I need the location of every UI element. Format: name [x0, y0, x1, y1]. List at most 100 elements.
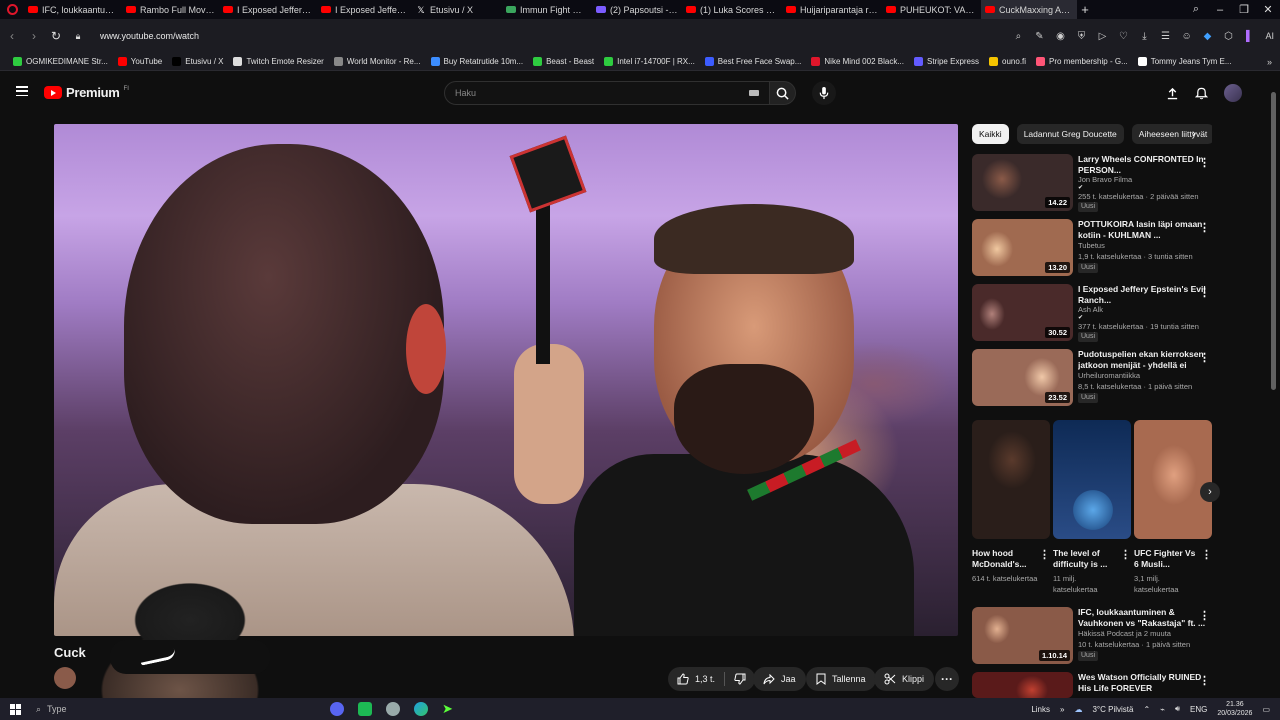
browser-tab[interactable]: PUHEUKOT: VARTTI IS [882, 0, 981, 19]
page-scrollbar[interactable] [1268, 72, 1280, 698]
video-menu-icon[interactable]: ⋮ [1199, 351, 1210, 364]
bookmark-item[interactable]: YouTube [113, 57, 167, 66]
recommended-video[interactable]: 30.52 I Exposed Jeffery Epstein's Evil Ra… [972, 284, 1218, 342]
bookmark-item[interactable]: Intel i7-14700F | RX... [599, 57, 700, 66]
video-thumbnail[interactable]: 23.52 [972, 349, 1073, 406]
bookmark-item[interactable]: Twitch Emote Resizer [228, 57, 328, 66]
short-item[interactable]: How hood McDonald's... 614 t. katseluker… [972, 420, 1050, 595]
app-shield-icon[interactable] [386, 702, 400, 716]
tab-search-icon[interactable]: ⌕ [1184, 3, 1208, 16]
dislike-button[interactable] [725, 667, 755, 691]
ai-button[interactable]: AI [1265, 31, 1274, 41]
app-arrow-icon[interactable]: ➤ [442, 702, 456, 716]
video-title[interactable]: Pudotuspelien ekan kierroksen jatkoon me… [1078, 349, 1206, 370]
volume-icon[interactable]: 🔊︎ [1175, 704, 1180, 714]
cube-icon[interactable]: ⬡ [1223, 31, 1233, 42]
chips-next-icon[interactable]: › [1192, 128, 1196, 140]
bookmark-item[interactable]: ouno.fi [984, 57, 1031, 66]
browser-tab[interactable]: I Exposed Jeffery Epst [219, 0, 317, 19]
voice-search-button[interactable] [812, 81, 836, 105]
like-button[interactable]: 1,3 t. [668, 667, 724, 691]
bookmark-item[interactable]: Beast - Beast [528, 57, 599, 66]
video-title[interactable]: Larry Wheels CONFRONTED In PERSON... [1078, 154, 1206, 174]
short-menu-icon[interactable]: ⋮ [1039, 548, 1050, 561]
back-icon[interactable]: ‹ [6, 29, 18, 43]
search-button[interactable] [770, 81, 796, 105]
new-tab-icon[interactable]: + [1077, 0, 1093, 19]
browser-tab[interactable]: I Exposed Jeffery Epst [317, 0, 412, 19]
browser-tab[interactable]: IFC, loukkaantuminen [24, 0, 122, 19]
channel-name[interactable]: Ash Alk [1078, 304, 1206, 314]
notifications-bell-icon[interactable] [1195, 86, 1208, 100]
browser-tab[interactable]: Rambo Full Movie Eng [122, 0, 219, 19]
opera-menu-icon[interactable] [0, 0, 24, 19]
bookmark-item[interactable]: Stripe Express [909, 57, 984, 66]
chip-channel[interactable]: Ladannut Greg Doucette [1016, 124, 1124, 144]
video-thumbnail[interactable] [972, 672, 1073, 698]
profile-icon[interactable]: ☺ [1181, 31, 1191, 42]
channel-name[interactable]: Häkissä Podcast ja 2 muuta [1078, 628, 1206, 639]
short-menu-icon[interactable]: ⋮ [1201, 548, 1212, 561]
browser-tab[interactable]: (2) Papsoutsi - Afro S [592, 0, 682, 19]
recommended-video[interactable]: 23.52 Pudotuspelien ekan kierroksen jatko… [972, 349, 1218, 407]
bookmark-item[interactable]: OGMIKEDIMANE Str... [8, 57, 113, 66]
video-menu-icon[interactable]: ⋮ [1199, 221, 1210, 234]
play-icon[interactable]: ▷ [1097, 31, 1107, 42]
browser-tab[interactable]: 𝕏 Etusivu / X [412, 0, 502, 19]
guide-menu-icon[interactable] [16, 86, 28, 96]
taskbar-search[interactable]: ⌕ Type [30, 698, 90, 720]
download-icon[interactable]: ⤓ [1139, 31, 1149, 42]
bookmark-item[interactable]: Tommy Jeans Tym E... [1133, 57, 1237, 66]
short-menu-icon[interactable]: ⋮ [1120, 548, 1131, 561]
bookmark-item[interactable]: Nike Mind 002 Black... [806, 57, 909, 66]
forward-icon[interactable]: › [28, 29, 40, 43]
chip-related[interactable]: Aiheeseen liittyvät [1131, 124, 1212, 144]
clock[interactable]: 21.36 20/03/2026 [1217, 700, 1252, 718]
language-indicator[interactable]: ENG [1190, 705, 1207, 714]
chip-all[interactable]: Kaikki [972, 124, 1009, 144]
url-field[interactable]: www.youtube.com/watch [100, 31, 199, 41]
bookmark-item[interactable]: Pro membership - G... [1031, 57, 1133, 66]
camera-icon[interactable]: ◉ [1055, 31, 1065, 42]
video-thumbnail[interactable]: 1.10.14 [972, 607, 1073, 664]
video-menu-icon[interactable]: ⋮ [1199, 674, 1210, 687]
recommended-video[interactable]: 13.20 POTTUKOIRA lasin läpi omaan kotiin … [972, 219, 1218, 277]
channel-name[interactable]: Tubetus [1078, 240, 1206, 251]
video-player[interactable] [54, 124, 958, 636]
heart-icon[interactable]: ♡ [1118, 31, 1128, 42]
browser-tab[interactable]: CuckMaxxing Adam22 V [981, 0, 1077, 19]
search-input[interactable] [455, 88, 749, 98]
browser-tab[interactable]: Huijariparantaja raivo [782, 0, 882, 19]
clip-button[interactable]: Klippi [874, 667, 935, 691]
shield-icon[interactable]: ⛨ [1076, 31, 1086, 42]
maximize-icon[interactable]: ❐ [1232, 3, 1256, 16]
network-icon[interactable]: ⌁ [1160, 705, 1165, 714]
video-title[interactable]: I Exposed Jeffery Epstein's Evil Ranch..… [1078, 284, 1206, 304]
short-item[interactable]: UFC Fighter Vs 6 Musli... 3,1 milj. kats… [1134, 420, 1212, 595]
video-thumbnail[interactable]: 30.52 [972, 284, 1073, 341]
keyboard-icon[interactable] [749, 90, 759, 96]
youtube-logo[interactable]: Premium FI [44, 85, 129, 100]
channel-name[interactable]: Jon Bravo Filma [1078, 174, 1206, 184]
account-avatar[interactable] [1224, 84, 1242, 102]
notification-center-icon[interactable]: ▭ [1262, 705, 1270, 714]
recommended-video[interactable]: 14.22 Larry Wheels CONFRONTED In PERSON..… [972, 154, 1218, 212]
video-title[interactable]: IFC, loukkaantuminen & Vauhkonen vs "Rak… [1078, 607, 1206, 628]
links-toolbar[interactable]: Links [1031, 705, 1050, 714]
close-icon[interactable]: ✕ [1256, 3, 1280, 16]
video-menu-icon[interactable]: ⋮ [1199, 156, 1210, 169]
extension-icon[interactable]: ◆ [1202, 31, 1212, 42]
save-button[interactable]: Tallenna [806, 667, 876, 691]
windows-start-icon[interactable] [0, 698, 30, 720]
bookmark-item[interactable]: Etusivu / X [167, 57, 228, 66]
shorts-next-icon[interactable]: › [1200, 482, 1220, 502]
discord-icon[interactable] [330, 702, 344, 716]
tray-chevron-icon[interactable]: ⌃ [1143, 705, 1150, 714]
browser-tab[interactable]: (1) Luka Scores First L [682, 0, 782, 19]
minimize-icon[interactable]: – [1208, 4, 1232, 16]
video-thumbnail[interactable]: 13.20 [972, 219, 1073, 276]
reload-icon[interactable]: ↻ [50, 29, 62, 43]
bookmark-item[interactable]: World Monitor - Re... [329, 57, 426, 66]
edge-icon[interactable] [414, 702, 428, 716]
menu-icon[interactable]: ☰ [1160, 31, 1170, 42]
